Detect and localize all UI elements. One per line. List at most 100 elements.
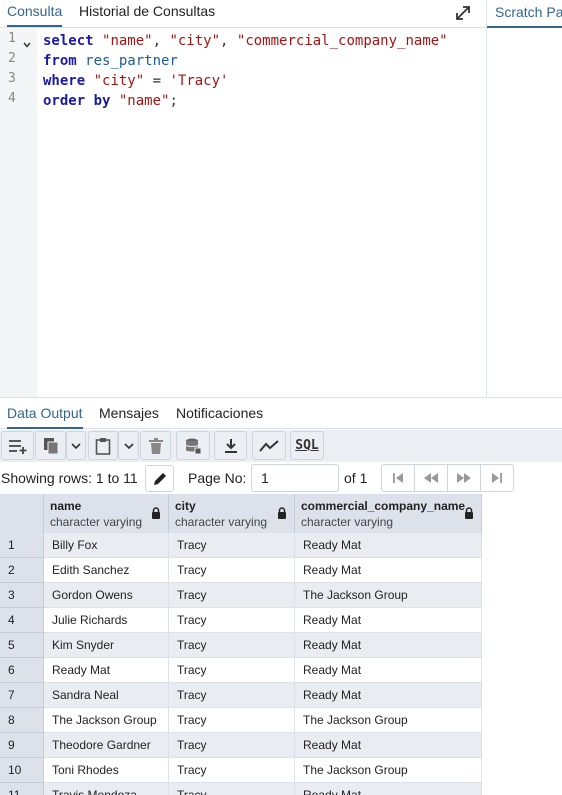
table-cell[interactable]: Tracy [169, 533, 295, 558]
tab-query[interactable]: Consulta [7, 3, 63, 27]
row-number-cell[interactable]: 4 [0, 608, 44, 633]
add-row-button[interactable] [1, 431, 34, 460]
column-header-city[interactable]: city character varying [169, 494, 295, 533]
sql-editor[interactable]: 1 2 3 4 select "name", "city", "commerci… [0, 29, 486, 397]
delete-button[interactable] [140, 431, 171, 460]
table-cell[interactable]: The Jackson Group [295, 583, 482, 608]
tab-data-output[interactable]: Data Output [7, 405, 83, 429]
code-token: "city" [93, 73, 145, 89]
row-number-header[interactable] [0, 494, 44, 533]
table-cell[interactable]: Kim Snyder [44, 633, 169, 658]
table-cell[interactable]: Ready Mat [295, 608, 482, 633]
table-cell[interactable]: Billy Fox [44, 533, 169, 558]
table-cell[interactable]: Julie Richards [44, 608, 169, 633]
column-header-commercial-company-name[interactable]: commercial_company_name character varyin… [295, 494, 482, 533]
table-row[interactable]: 9 Theodore Gardner Tracy Ready Mat [0, 733, 482, 758]
table-cell[interactable]: Ready Mat [295, 658, 482, 683]
tab-scratch-pad[interactable]: Scratch Pa [495, 4, 562, 20]
page-number-input[interactable] [251, 464, 339, 492]
copy-button[interactable] [35, 431, 66, 460]
table-cell[interactable]: Ready Mat [295, 783, 482, 795]
previous-page-button[interactable] [415, 465, 448, 491]
tab-notifications[interactable]: Notificaciones [176, 405, 263, 421]
edit-rows-button[interactable] [145, 465, 174, 492]
expand-icon[interactable] [454, 4, 472, 22]
graph-visualiser-button[interactable] [252, 431, 286, 460]
code-token: select [43, 33, 94, 49]
save-data-icon [185, 438, 202, 454]
table-cell[interactable]: Tracy [169, 758, 295, 783]
table-cell[interactable]: Tracy [169, 683, 295, 708]
next-page-button[interactable] [448, 465, 481, 491]
sql-button[interactable]: SQL [290, 431, 324, 460]
row-number-cell[interactable]: 1 [0, 533, 44, 558]
table-cell[interactable]: Tracy [169, 583, 295, 608]
table-cell[interactable]: Tracy [169, 733, 295, 758]
table-cell[interactable]: Ready Mat [295, 683, 482, 708]
row-number-cell[interactable]: 2 [0, 558, 44, 583]
table-cell[interactable]: Tracy [169, 708, 295, 733]
page-navigation [381, 464, 514, 492]
table-cell[interactable]: Tracy [169, 783, 295, 795]
code-token: , [220, 33, 237, 49]
last-page-button[interactable] [481, 465, 513, 491]
grid-header: name character varying city character va… [0, 494, 482, 533]
editor-tab-bar: Consulta Historial de Consultas [0, 0, 486, 28]
row-number-cell[interactable]: 5 [0, 633, 44, 658]
save-data-button[interactable] [176, 431, 210, 460]
table-cell[interactable]: Theodore Gardner [44, 733, 169, 758]
table-cell[interactable]: The Jackson Group [44, 708, 169, 733]
table-cell[interactable]: Tracy [169, 608, 295, 633]
row-number-cell[interactable]: 8 [0, 708, 44, 733]
table-row[interactable]: 1 Billy Fox Tracy Ready Mat [0, 533, 482, 558]
delete-icon [148, 437, 163, 454]
table-cell[interactable]: Tracy [169, 658, 295, 683]
table-row[interactable]: 5 Kim Snyder Tracy Ready Mat [0, 633, 482, 658]
tab-query-history[interactable]: Historial de Consultas [79, 3, 215, 19]
table-cell[interactable]: The Jackson Group [295, 708, 482, 733]
line-number-gutter: 1 2 3 4 [0, 29, 37, 397]
row-number-cell[interactable]: 7 [0, 683, 44, 708]
first-page-button[interactable] [382, 465, 415, 491]
fold-chevron-icon[interactable] [23, 41, 31, 49]
row-number-cell[interactable]: 3 [0, 583, 44, 608]
table-row[interactable]: 7 Sandra Neal Tracy Ready Mat [0, 683, 482, 708]
graph-icon [259, 439, 279, 452]
table-cell[interactable]: Ready Mat [295, 733, 482, 758]
table-cell[interactable]: Travis Mendoza [44, 783, 169, 795]
line-number: 1 [8, 31, 16, 46]
row-number-cell[interactable]: 6 [0, 658, 44, 683]
paste-options-dropdown[interactable] [118, 431, 139, 460]
table-cell[interactable]: Tracy [169, 558, 295, 583]
table-cell[interactable]: Toni Rhodes [44, 758, 169, 783]
table-cell[interactable]: Ready Mat [295, 533, 482, 558]
table-cell[interactable]: Ready Mat [295, 633, 482, 658]
table-cell[interactable]: Ready Mat [44, 658, 169, 683]
table-row[interactable]: 3 Gordon Owens Tracy The Jackson Group [0, 583, 482, 608]
table-row[interactable]: 8 The Jackson Group Tracy The Jackson Group [0, 708, 482, 733]
table-cell[interactable]: Sandra Neal [44, 683, 169, 708]
row-number-cell[interactable]: 10 [0, 758, 44, 783]
row-number-cell[interactable]: 11 [0, 783, 44, 795]
table-cell[interactable]: The Jackson Group [295, 758, 482, 783]
table-cell[interactable]: Edith Sanchez [44, 558, 169, 583]
table-row[interactable]: 11 Travis Mendoza Tracy Ready Mat [0, 783, 482, 795]
table-cell[interactable]: Tracy [169, 633, 295, 658]
column-header-name[interactable]: name character varying [44, 494, 169, 533]
tab-messages[interactable]: Mensajes [99, 405, 159, 421]
table-row[interactable]: 10 Toni Rhodes Tracy The Jackson Group [0, 758, 482, 783]
table-row[interactable]: 4 Julie Richards Tracy Ready Mat [0, 608, 482, 633]
paste-button[interactable] [88, 431, 118, 460]
first-page-icon [393, 473, 403, 483]
table-row[interactable]: 6 Ready Mat Tracy Ready Mat [0, 658, 482, 683]
copy-options-dropdown[interactable] [66, 431, 86, 460]
table-row[interactable]: 2 Edith Sanchez Tracy Ready Mat [0, 558, 482, 583]
table-cell[interactable]: Gordon Owens [44, 583, 169, 608]
last-page-icon [492, 473, 502, 483]
results-tab-bar: Data Output Mensajes Notificaciones [0, 397, 562, 429]
download-button[interactable] [214, 431, 247, 460]
row-number-cell[interactable]: 9 [0, 733, 44, 758]
table-cell[interactable]: Ready Mat [295, 558, 482, 583]
